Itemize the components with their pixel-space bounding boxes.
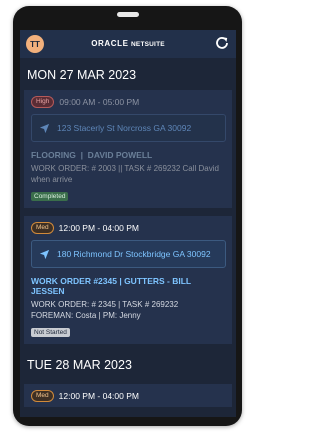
job-detail: WORK ORDER: # 2345 | TASK # 269232 FOREM… [31, 299, 226, 321]
priority-badge: Med [31, 390, 54, 402]
job-detail-line: FOREMAN: Costa | PM: Jenny [31, 311, 141, 320]
job-detail: WORK ORDER: # 2003 || TASK # 269232 Call… [31, 164, 219, 184]
priority-badge: High [31, 96, 55, 108]
card-gap [20, 208, 236, 216]
job-time: 09:00 AM - 05:00 PM [59, 97, 140, 107]
address-text: 180 Richmond Dr Stockbridge GA 30092 [57, 249, 211, 259]
job-title: WORK ORDER #2345 | GUTTERS - BILL JESSEN [31, 276, 191, 296]
brand-oracle: ORACLE [91, 39, 129, 48]
brand-netsuite: NETSUITE [131, 41, 165, 48]
phone-notch [117, 12, 139, 17]
day-header: MON 27 MAR 2023 [27, 68, 137, 82]
status-badge: Not Started [31, 328, 70, 337]
priority-badge: Med [31, 222, 54, 234]
job-detail-line: WORK ORDER: # 2345 | TASK # 269232 [31, 300, 179, 309]
app-header: TT ORACLE NETSUITE [20, 30, 236, 58]
address-button[interactable]: 180 Richmond Dr Stockbridge GA 30092 [31, 240, 226, 268]
job-time: 12:00 PM - 04:00 PM [58, 223, 139, 233]
job-card-2[interactable]: Med 12:00 PM - 04:00 PM 180 Richmond Dr … [24, 216, 232, 344]
job-card-header: High 09:00 AM - 05:00 PM [31, 96, 226, 108]
phone-frame: TT ORACLE NETSUITE MON 27 MAR 2023 High … [13, 6, 242, 426]
brand-logo: ORACLE NETSUITE [20, 39, 236, 48]
job-card-header: Med 12:00 PM - 04:00 PM [31, 222, 226, 234]
status-badge: Completed [31, 192, 69, 201]
day-header: TUE 28 MAR 2023 [27, 358, 132, 372]
job-time: 12:00 PM - 04:00 PM [58, 391, 139, 401]
app-screen: TT ORACLE NETSUITE MON 27 MAR 2023 High … [20, 30, 236, 417]
address-button[interactable]: 123 Stacerly St Norcross GA 30092 [31, 114, 226, 142]
job-title: FLOORING | DAVID POWELL [31, 150, 153, 160]
navigation-arrow-icon [39, 249, 50, 259]
job-card-3[interactable]: Med 12:00 PM - 04:00 PM [24, 384, 232, 407]
address-text: 123 Stacerly St Norcross GA 30092 [57, 123, 192, 133]
job-card-header: Med 12:00 PM - 04:00 PM [31, 390, 226, 402]
job-card-1[interactable]: High 09:00 AM - 05:00 PM 123 Stacerly St… [24, 90, 232, 208]
refresh-icon[interactable] [214, 35, 230, 51]
navigation-arrow-icon [39, 123, 50, 133]
